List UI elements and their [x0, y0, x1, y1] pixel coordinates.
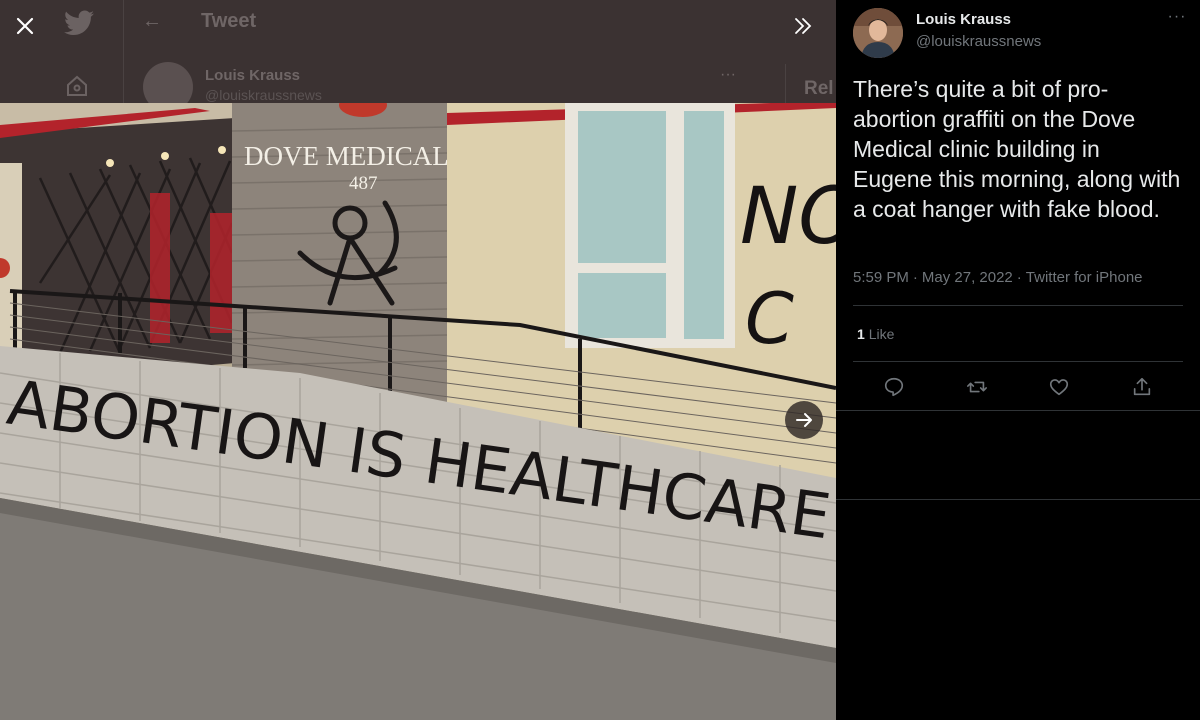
twitter-logo-icon — [64, 10, 94, 35]
graffiti-side-top: NO — [740, 172, 836, 262]
collapse-panel-button[interactable] — [785, 8, 821, 44]
close-button[interactable] — [7, 8, 43, 44]
background-author-name: Louis Krauss — [205, 67, 301, 84]
meta-separator: · — [1016, 269, 1022, 286]
background-relevant-label: Rel — [804, 78, 834, 99]
column-divider — [123, 0, 124, 105]
like-count-value: 1 — [857, 326, 865, 342]
avatar-image — [853, 8, 903, 58]
heart-icon — [1050, 379, 1069, 396]
meta-separator: · — [912, 269, 918, 286]
reply-button[interactable] — [877, 370, 911, 404]
like-button[interactable] — [1042, 370, 1076, 404]
arrow-right-icon — [796, 413, 812, 427]
tweet-actions — [853, 364, 1183, 410]
divider — [836, 499, 1200, 500]
background-page: ← Tweet Louis Krauss @louiskraussnews ··… — [0, 0, 836, 112]
avatar[interactable] — [853, 8, 903, 58]
tweet-panel: Louis Krauss @louiskraussnews ··· There’… — [836, 0, 1200, 720]
divider — [853, 361, 1183, 362]
sign-number: 487 — [349, 173, 378, 194]
background-page-title: Tweet — [201, 10, 257, 32]
retweet-button[interactable] — [960, 370, 994, 404]
retweet-icon — [966, 381, 987, 393]
tweet-date[interactable]: May 27, 2022 — [922, 269, 1013, 286]
share-button[interactable] — [1125, 370, 1159, 404]
tweet-source[interactable]: Twitter for iPhone — [1026, 269, 1143, 286]
like-count-label: Like — [868, 326, 895, 342]
tweet-text: There’s quite a bit of pro-abortion graf… — [853, 76, 1181, 222]
share-icon — [1133, 377, 1150, 396]
tweet-time[interactable]: 5:59 PM — [853, 269, 909, 286]
close-icon — [16, 17, 34, 35]
author-name[interactable]: Louis Krauss — [916, 11, 1011, 28]
likes-count[interactable]: 1 Like — [857, 326, 894, 342]
home-icon — [67, 75, 87, 96]
background-more-icon: ··· — [720, 66, 736, 83]
sign-name: DOVE MEDICAL — [244, 141, 449, 171]
more-icon[interactable]: ··· — [1167, 9, 1187, 31]
tweet-photo: DOVE MEDICAL 487 NO C — [0, 103, 836, 720]
column-divider — [785, 64, 786, 105]
next-image-button[interactable] — [785, 401, 823, 439]
reply-icon — [885, 377, 904, 397]
divider — [836, 410, 1200, 411]
media-viewer: ← Tweet Louis Krauss @louiskraussnews ··… — [0, 0, 836, 720]
author-handle[interactable]: @louiskraussnews — [916, 33, 1041, 50]
back-arrow-icon: ← — [142, 10, 162, 32]
tweet-meta: 5:59 PM · May 27, 2022 · Twitter for iPhone — [853, 269, 1143, 286]
background-author-handle: @louiskraussnews — [205, 87, 322, 103]
double-chevron-right-icon — [795, 18, 812, 34]
divider — [853, 305, 1183, 306]
graffiti-side-bottom: C — [745, 278, 794, 360]
